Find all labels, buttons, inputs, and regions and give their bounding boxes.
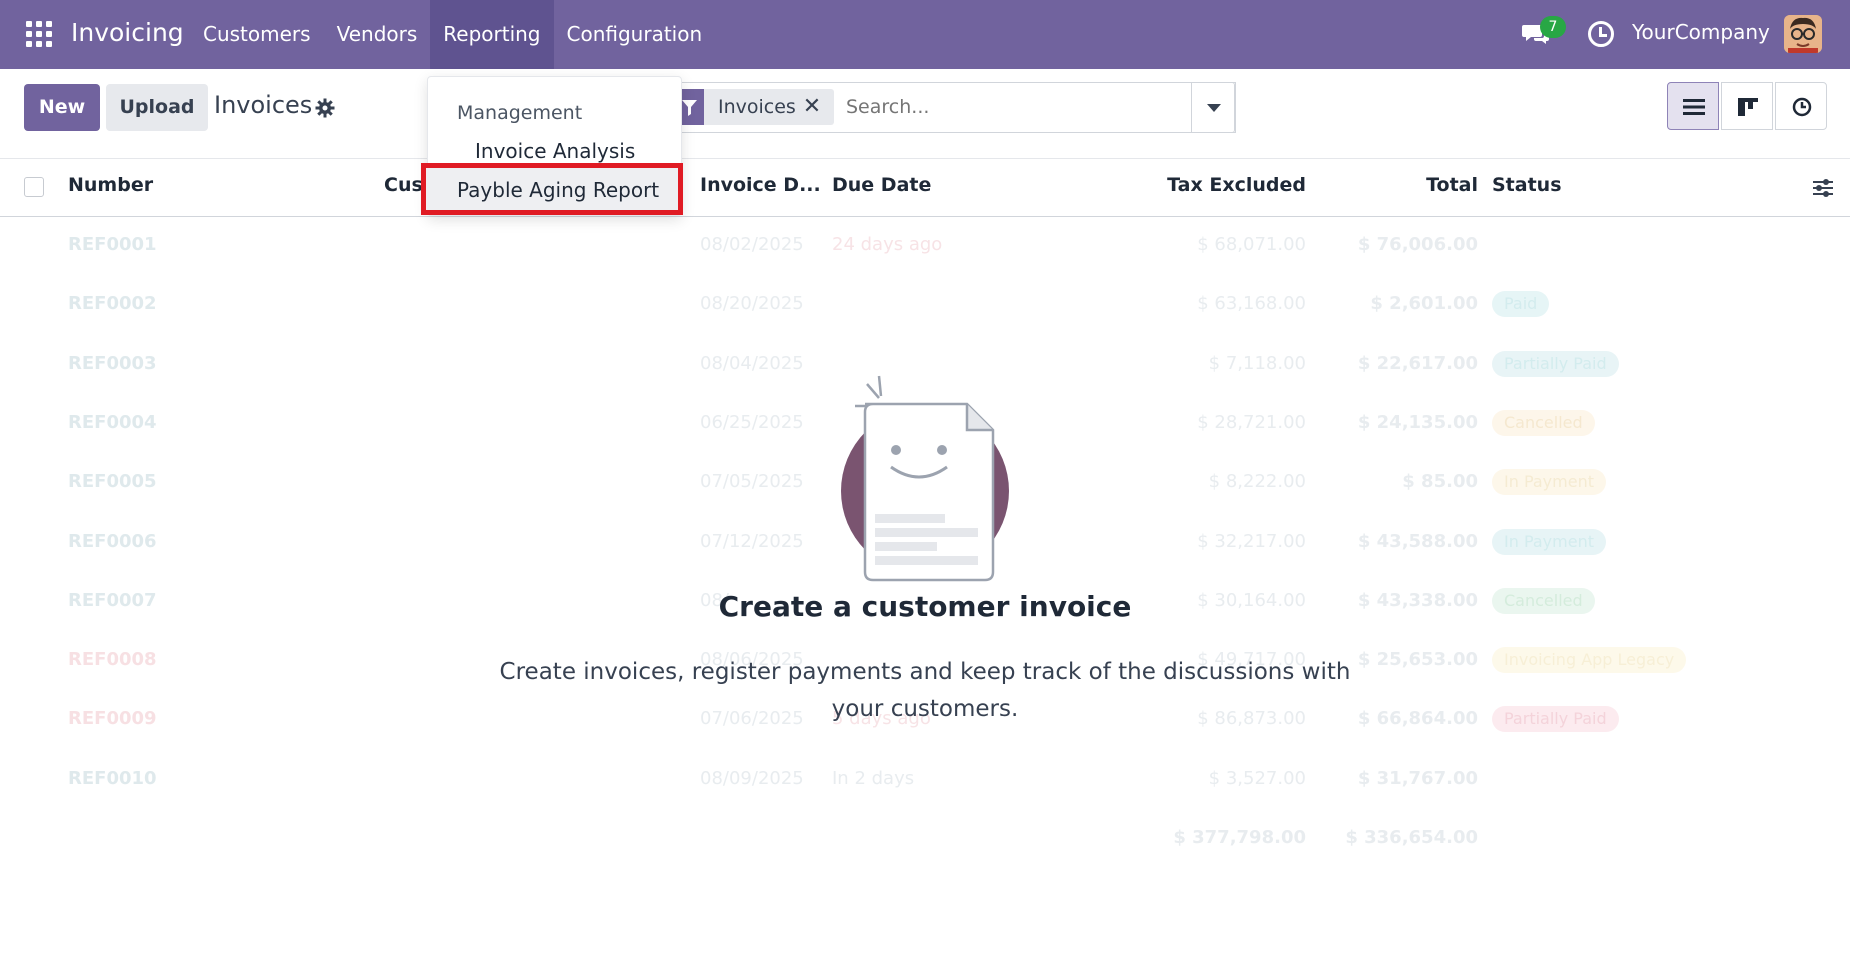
invoice-date: 08/20/2025 xyxy=(700,293,804,315)
invoice-date: 07/05/2025 xyxy=(700,471,804,493)
search-input[interactable] xyxy=(846,92,1186,122)
search-options-toggle[interactable] xyxy=(1191,82,1235,133)
tax-excluded: $ 28,721.00 xyxy=(1197,411,1306,433)
invoice-date: 08/02/2025 xyxy=(700,234,804,255)
total-amount: $ 24,135.00 xyxy=(1357,411,1478,433)
tax-excluded: $ 7,118.00 xyxy=(1208,352,1306,374)
new-button[interactable]: New xyxy=(24,84,100,131)
page-title: Invoices xyxy=(214,91,313,119)
column-total[interactable]: Total xyxy=(1426,174,1478,196)
tax-excluded: $ 63,168.00 xyxy=(1197,293,1306,315)
invoice-number: REF0003 xyxy=(68,352,157,374)
column-number[interactable]: Number xyxy=(68,174,153,196)
invoice-date: 06/25/2025 xyxy=(700,411,804,433)
invoice-number: REF0008 xyxy=(68,649,157,671)
totals-total: $ 336,654.00 xyxy=(1345,827,1478,848)
total-amount: $ 43,588.00 xyxy=(1357,530,1478,552)
empty-state-description: Create invoices, register payments and k… xyxy=(499,659,1351,722)
menu-vendors[interactable]: Vendors xyxy=(324,0,431,69)
tax-excluded: $ 68,071.00 xyxy=(1197,234,1306,255)
column-customer[interactable]: Cus xyxy=(384,174,423,196)
status-badge: In Payment xyxy=(1492,528,1606,555)
invoice-date: 08/04/2025 xyxy=(700,352,804,374)
invoice-number: REF0006 xyxy=(68,530,157,552)
total-amount: $ 66,864.00 xyxy=(1357,708,1478,730)
kanban-view-icon xyxy=(1738,98,1758,116)
menu-reporting[interactable]: Reporting xyxy=(430,0,554,69)
user-avatar[interactable] xyxy=(1784,15,1822,53)
upload-button[interactable]: Upload xyxy=(106,84,208,131)
kanban-view-button[interactable] xyxy=(1721,82,1773,130)
company-switcher[interactable]: YourCompany xyxy=(1632,20,1770,44)
menu-customers[interactable]: Customers xyxy=(190,0,324,69)
invoice-number: REF0004 xyxy=(68,411,157,433)
column-status[interactable]: Status xyxy=(1492,174,1562,196)
status-badge: Paid xyxy=(1492,291,1550,318)
gear-icon[interactable] xyxy=(315,98,335,118)
total-amount: $ 85.00 xyxy=(1402,471,1478,493)
total-amount: $ 22,617.00 xyxy=(1357,352,1478,374)
status-badge: Partially Paid xyxy=(1492,706,1619,733)
invoice-number: REF0010 xyxy=(68,767,157,789)
menu-configuration[interactable]: Configuration xyxy=(554,0,716,69)
status-badge: In Payment xyxy=(1492,469,1606,496)
activity-view-button[interactable] xyxy=(1775,82,1827,130)
menu-item-invoice-analysis[interactable]: Invoice Analysis xyxy=(475,139,635,163)
column-invoice-date[interactable]: Invoice D... xyxy=(700,174,821,196)
invoice-number: REF0001 xyxy=(68,234,157,255)
main-menu: Customers Vendors Reporting Configuratio… xyxy=(190,0,715,69)
status-badge: Cancelled xyxy=(1492,409,1595,436)
column-tax-excluded[interactable]: Tax Excluded xyxy=(1167,174,1306,196)
invoice-number: REF0009 xyxy=(68,708,157,730)
total-amount: $ 2,601.00 xyxy=(1370,293,1478,315)
app-name[interactable]: Invoicing xyxy=(71,18,184,47)
activity-clock-icon xyxy=(1792,97,1812,117)
column-due-date[interactable]: Due Date xyxy=(832,174,931,196)
invoice-number: REF0002 xyxy=(68,293,157,315)
column-settings-icon[interactable] xyxy=(1812,178,1834,198)
list-view-button[interactable] xyxy=(1667,82,1719,130)
status-badge: Invoicing App Legacy xyxy=(1492,647,1687,674)
message-count-badge: 7 xyxy=(1540,16,1566,38)
tax-excluded: $ 32,217.00 xyxy=(1197,530,1306,552)
tax-excluded: $ 3,527.00 xyxy=(1208,767,1306,789)
total-amount: $ 25,653.00 xyxy=(1357,649,1478,671)
due-date: In 2 days xyxy=(832,767,915,789)
invoice-date: 07/12/2025 xyxy=(700,530,804,552)
highlight-box xyxy=(421,163,683,215)
dropdown-section-management: Management xyxy=(457,102,583,124)
tax-excluded: $ 8,222.00 xyxy=(1208,471,1306,493)
list-view-icon xyxy=(1683,99,1705,115)
activity-clock-icon[interactable] xyxy=(1588,21,1614,47)
facet-remove-icon[interactable]: ✕ xyxy=(800,89,824,125)
empty-invoice-illustration xyxy=(841,375,1009,582)
total-amount: $ 31,767.00 xyxy=(1357,767,1478,789)
totals-tax-excluded: $ 377,798.00 xyxy=(1173,827,1306,848)
app-grid-icon[interactable] xyxy=(26,21,52,47)
status-badge: Partially Paid xyxy=(1492,350,1619,377)
invoice-number: REF0005 xyxy=(68,471,157,493)
due-date: 24 days ago xyxy=(832,234,943,255)
total-amount: $ 76,006.00 xyxy=(1357,234,1478,255)
empty-state-title: Create a customer invoice xyxy=(718,590,1132,623)
select-all-checkbox[interactable] xyxy=(24,177,44,197)
invoice-date: 08/09/2025 xyxy=(700,767,804,789)
